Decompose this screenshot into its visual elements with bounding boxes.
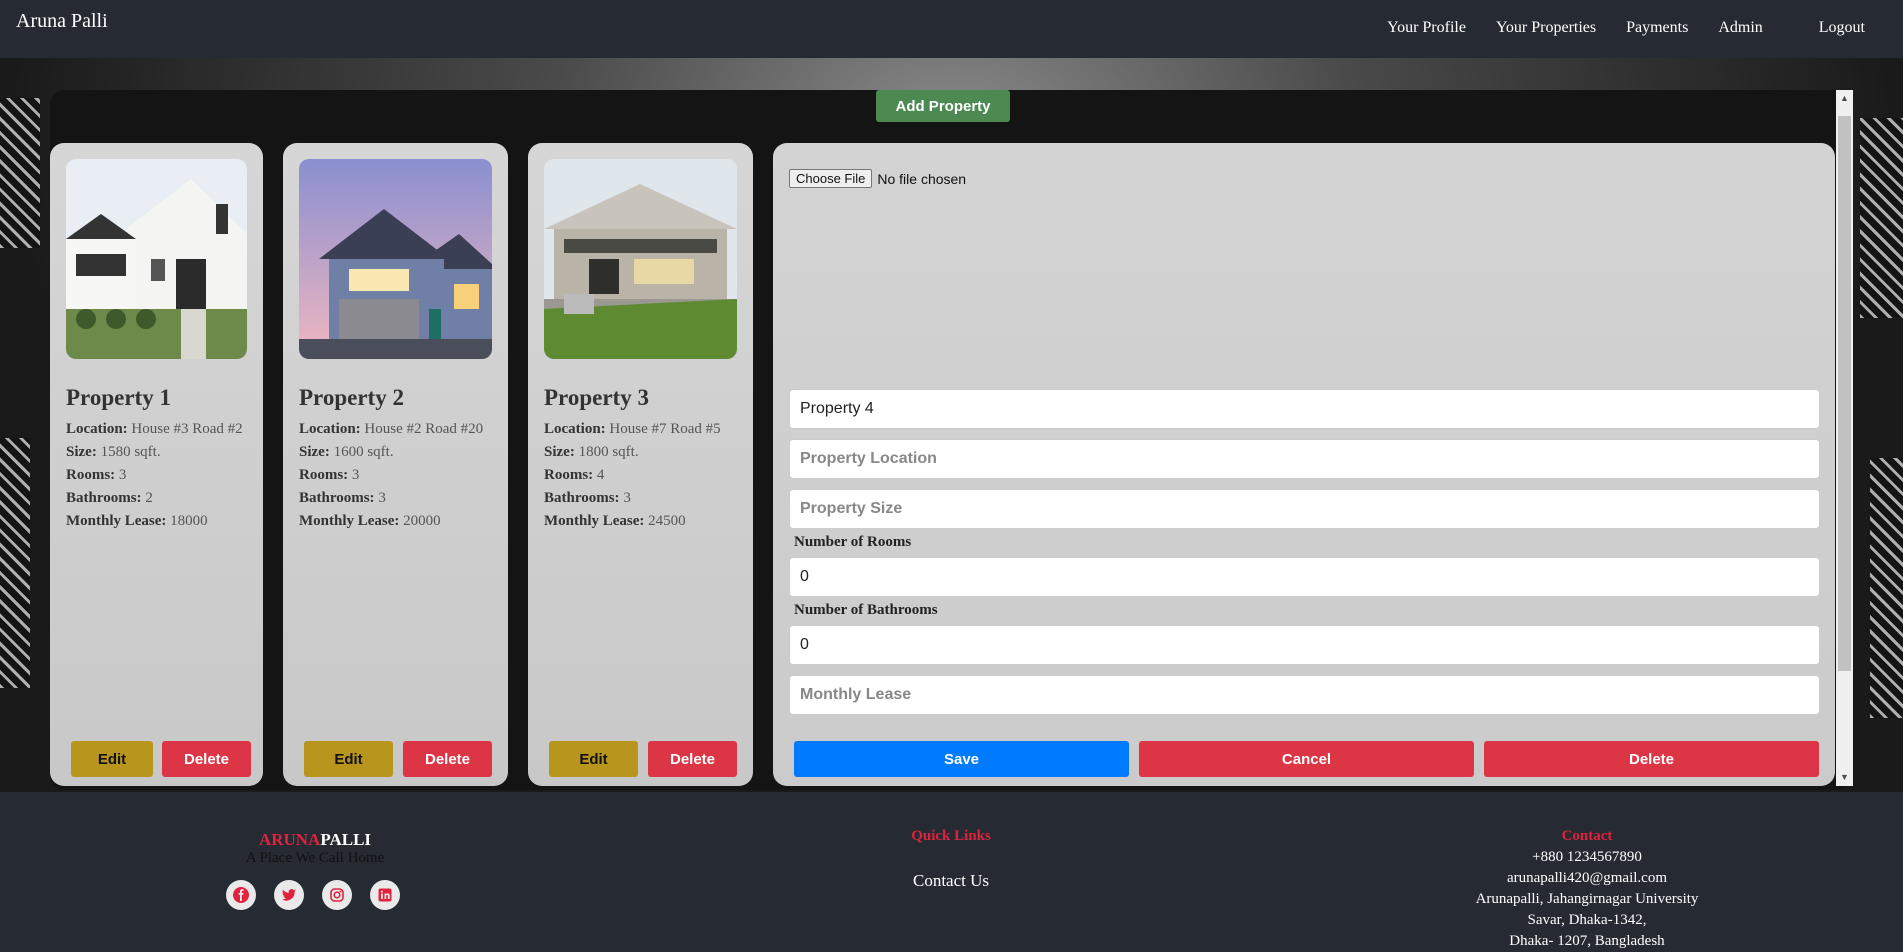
property-location: House #3 Road #2 (131, 421, 243, 437)
property-bathrooms: 3 (623, 490, 631, 506)
top-navbar: Aruna Palli Your Profile Your Properties… (0, 0, 1903, 58)
property-image (544, 159, 737, 359)
nav-logout[interactable]: Logout (1819, 19, 1865, 37)
facebook-icon[interactable] (226, 880, 256, 910)
delete-button[interactable]: Delete (1484, 741, 1819, 777)
instagram-icon[interactable] (322, 880, 352, 910)
property-details: Location: House #2 Road #20 Size: 1600 s… (299, 420, 489, 535)
delete-button[interactable]: Delete (162, 741, 251, 777)
delete-button[interactable]: Delete (403, 741, 492, 777)
property-title: Property 3 (544, 385, 649, 410)
contact-details: +880 1234567890 arunapalli420@gmail.com … (1437, 847, 1737, 952)
rooms-input[interactable] (789, 557, 1820, 597)
property-rooms: 4 (596, 467, 605, 483)
lease-label: Monthly Lease: (544, 513, 645, 529)
property-card: Property 3 Location: House #7 Road #5 Si… (528, 143, 753, 786)
save-button[interactable]: Save (794, 741, 1129, 777)
property-title: Property 1 (66, 385, 171, 410)
edit-button[interactable]: Edit (549, 741, 638, 777)
size-label: Size: (299, 444, 330, 460)
property-size: 1800 sqft. (578, 444, 639, 460)
rooms-label: Rooms: (299, 467, 349, 483)
location-label: Location: (66, 421, 128, 437)
location-label: Location: (299, 421, 361, 437)
property-rooms: 3 (351, 467, 360, 483)
property-image (299, 159, 492, 359)
bathrooms-label: Bathrooms: (544, 490, 620, 506)
choose-file-button[interactable]: Choose File (789, 169, 873, 188)
edit-button[interactable]: Edit (304, 741, 393, 777)
scroll-thumb[interactable] (1838, 116, 1851, 671)
property-rooms: 3 (118, 467, 127, 483)
property-lease: 24500 (648, 513, 686, 529)
footer-brand: ARUNAPALLI (200, 830, 430, 850)
social-links (226, 880, 400, 910)
contact-us-link[interactable]: Contact Us (851, 871, 1051, 891)
contact-phone: +880 1234567890 (1532, 849, 1642, 865)
quick-links-title: Quick Links (911, 828, 991, 844)
property-image (66, 159, 247, 359)
bathrooms-input[interactable] (789, 625, 1820, 665)
background-stripe (1870, 458, 1903, 718)
nav-payments[interactable]: Payments (1626, 19, 1688, 37)
footer-brand-white: PALLI (320, 830, 372, 849)
property-bathrooms: 3 (378, 490, 386, 506)
property-location: House #7 Road #5 (609, 421, 721, 437)
size-label: Size: (66, 444, 97, 460)
rooms-label: Number of Rooms (794, 534, 912, 550)
add-property-form: Choose File No file chosen Number of Roo… (773, 143, 1835, 786)
footer-tagline: A Place We Call Home (245, 850, 385, 866)
linkedin-icon[interactable] (370, 880, 400, 910)
file-upload: Choose File No file chosen (789, 169, 966, 188)
lease-label: Monthly Lease: (66, 513, 167, 529)
scroll-up-arrow-icon[interactable]: ▲ (1840, 93, 1849, 103)
rooms-label: Rooms: (66, 467, 116, 483)
property-lease: 20000 (403, 513, 441, 529)
contact-title: Contact (1561, 828, 1613, 844)
nav-admin[interactable]: Admin (1718, 19, 1762, 37)
brand-logo[interactable]: Aruna Palli (16, 10, 108, 33)
property-name-input[interactable] (789, 389, 1820, 429)
background-stripe (1860, 118, 1903, 318)
contact-address-line: Dhaka- 1207, Bangladesh (1509, 933, 1665, 949)
property-size: 1580 sqft. (100, 444, 161, 460)
contact-email: arunapalli420@gmail.com (1506, 870, 1668, 886)
property-details: Location: House #7 Road #5 Size: 1800 sq… (544, 420, 739, 535)
nav-links: Your Profile Your Properties Payments Ad… (1357, 19, 1865, 37)
lease-label: Monthly Lease: (299, 513, 400, 529)
background-stripe (0, 438, 30, 688)
add-property-button[interactable]: Add Property (876, 90, 1010, 122)
property-size: 1600 sqft. (333, 444, 394, 460)
bathrooms-label: Bathrooms: (299, 490, 375, 506)
monthly-lease-input[interactable] (789, 675, 1820, 715)
scrollbar[interactable]: ▲ ▼ (1836, 90, 1853, 786)
property-size-input[interactable] (789, 489, 1820, 529)
property-lease: 18000 (170, 513, 208, 529)
property-location: House #2 Road #20 (364, 421, 484, 437)
size-label: Size: (544, 444, 575, 460)
edit-button[interactable]: Edit (71, 741, 153, 777)
twitter-icon[interactable] (274, 880, 304, 910)
bathrooms-label: Bathrooms: (66, 490, 142, 506)
footer-brand-red: ARUNA (258, 830, 321, 849)
file-status: No file chosen (877, 170, 967, 187)
property-card: Property 1 Location: House #3 Road #2 Si… (50, 143, 263, 786)
delete-button[interactable]: Delete (648, 741, 737, 777)
property-details: Location: House #3 Road #2 Size: 1580 sq… (66, 420, 246, 535)
property-bathrooms: 2 (145, 490, 153, 506)
property-card: Property 2 Location: House #2 Road #20 S… (283, 143, 508, 786)
rooms-label: Rooms: (544, 467, 594, 483)
nav-your-profile[interactable]: Your Profile (1387, 19, 1466, 37)
background-stripe (0, 98, 40, 248)
cancel-button[interactable]: Cancel (1139, 741, 1474, 777)
bathrooms-label: Number of Bathrooms (794, 602, 938, 618)
scroll-down-arrow-icon[interactable]: ▼ (1840, 772, 1849, 782)
property-title: Property 2 (299, 385, 404, 410)
contact-address-line: Arunapalli, Jahangirnagar University (1475, 891, 1699, 907)
nav-your-properties[interactable]: Your Properties (1496, 19, 1596, 37)
contact-address-line: Savar, Dhaka-1342, (1527, 912, 1647, 928)
location-label: Location: (544, 421, 606, 437)
footer: ARUNAPALLI A Place We Call Home Quick Li… (0, 792, 1903, 952)
property-location-input[interactable] (789, 439, 1820, 479)
